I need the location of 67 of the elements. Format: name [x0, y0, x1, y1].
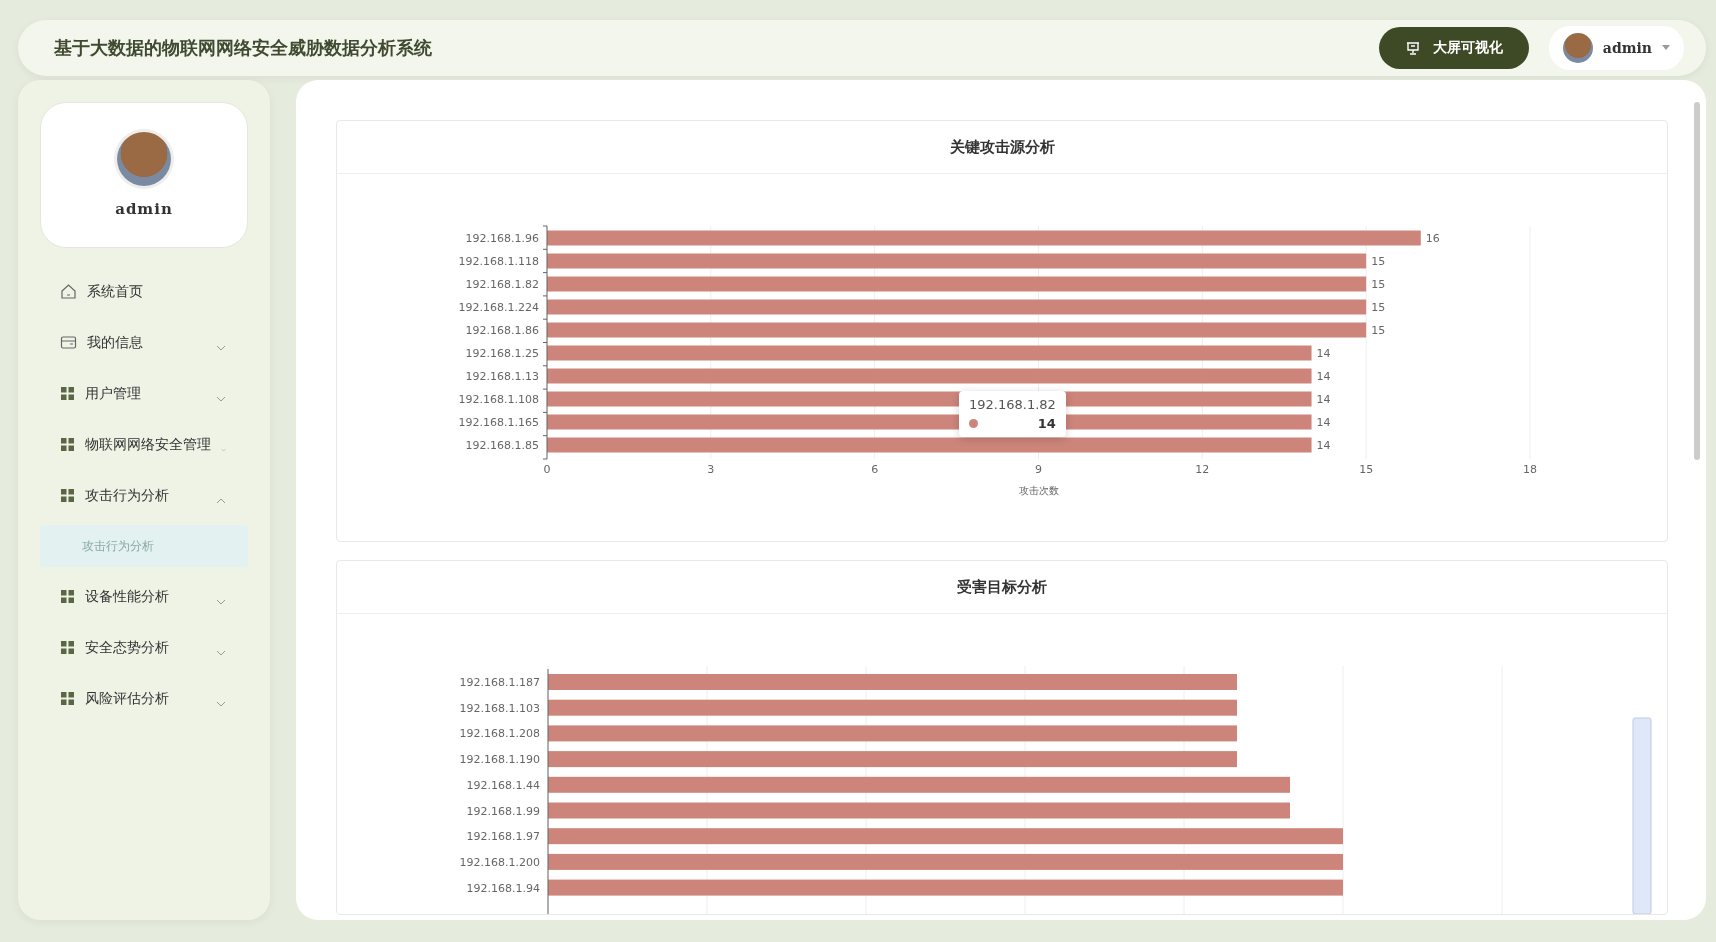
- axis-label: 192.168.1.165: [458, 416, 539, 429]
- axis-label: 192.168.1.86: [465, 324, 539, 337]
- tooltip-value: 14: [1037, 416, 1056, 431]
- axis-title: 攻击次数: [1018, 485, 1059, 496]
- axis-label: 192.168.1.103: [459, 701, 540, 715]
- tooltip-title: 192.168.1.82: [969, 397, 1056, 412]
- grid-icon: [60, 437, 75, 452]
- tick-label: 12: [1195, 463, 1210, 476]
- grid-icon: [60, 640, 75, 655]
- system-title: 基于大数据的物联网网络安全威胁数据分析系统: [54, 36, 433, 60]
- tick-label: 0: [543, 463, 551, 476]
- menu-item[interactable]: 攻击行为分析: [40, 470, 248, 521]
- axis-label: 192.168.1.96: [465, 232, 539, 245]
- value-label: 15: [1371, 324, 1386, 337]
- profile-name: admin: [115, 200, 173, 218]
- axis-label: 192.168.1.97: [466, 830, 540, 844]
- value-label: 14: [1316, 439, 1331, 452]
- card-icon: [60, 334, 77, 351]
- big-screen-button[interactable]: 大屏可视化: [1378, 27, 1529, 69]
- chart-title: 关键攻击源分析: [337, 121, 1667, 174]
- tick-label: 3: [707, 463, 715, 476]
- grid-icon: [60, 691, 75, 706]
- value-label: 15: [1371, 278, 1386, 291]
- value-label: 15: [1371, 255, 1386, 268]
- axis-label: 192.168.1.82: [465, 278, 539, 291]
- menu-item[interactable]: 系统首页: [40, 266, 248, 317]
- grid-icon: [60, 488, 75, 503]
- series-dot-icon: [969, 419, 978, 428]
- axis-label: 192.168.1.99: [466, 804, 540, 818]
- axis-label: 192.168.1.208: [459, 727, 540, 741]
- value-label: 14: [1316, 370, 1331, 383]
- menu-item[interactable]: 设备性能分析: [40, 571, 248, 622]
- axis-label: 192.168.1.44: [466, 778, 540, 792]
- axis-label: 192.168.1.25: [465, 347, 539, 360]
- menu-item[interactable]: 物联网网络安全管理: [40, 419, 248, 470]
- menu-item[interactable]: 风险评估分析: [40, 673, 248, 724]
- axis-label: 192.168.1.187: [459, 676, 540, 689]
- value-label: 15: [1371, 301, 1386, 314]
- axis-label: 192.168.1.13: [465, 370, 539, 383]
- menu-item[interactable]: 我的信息: [40, 317, 248, 368]
- menu-item[interactable]: 用户管理: [40, 368, 248, 419]
- chart-title: 受害目标分析: [337, 561, 1667, 614]
- axis-label: 192.168.1.190: [459, 753, 540, 767]
- axis-label: 192.168.1.108: [458, 393, 539, 406]
- tick-label: 9: [1035, 463, 1042, 476]
- axis-label: 192.168.1.224: [458, 301, 539, 314]
- tick-label: 18: [1523, 463, 1537, 476]
- menu-item[interactable]: 安全态势分析: [40, 622, 248, 673]
- grid-icon: [60, 386, 75, 401]
- avatar-icon: [117, 132, 171, 186]
- axis-label: 192.168.1.85: [465, 439, 539, 452]
- user-menu-button[interactable]: admin: [1548, 26, 1684, 70]
- grid-icon: [60, 589, 75, 604]
- axis-label: 192.168.1.94: [466, 881, 540, 895]
- tick-label: 15: [1359, 463, 1374, 476]
- value-label: 14: [1316, 347, 1331, 360]
- scrollbar-thumb[interactable]: [1694, 102, 1700, 460]
- value-label: 16: [1425, 232, 1440, 245]
- axis-label: 192.168.1.118: [458, 255, 539, 268]
- avatar-icon: [1562, 33, 1593, 63]
- value-label: 14: [1316, 416, 1331, 429]
- axis-label: 192.168.1.200: [459, 855, 540, 869]
- monitor-icon: [1404, 40, 1421, 56]
- home-icon: [60, 283, 77, 300]
- caret-icon: [1662, 45, 1670, 51]
- value-label: 14: [1316, 393, 1331, 406]
- tick-label: 6: [871, 463, 879, 476]
